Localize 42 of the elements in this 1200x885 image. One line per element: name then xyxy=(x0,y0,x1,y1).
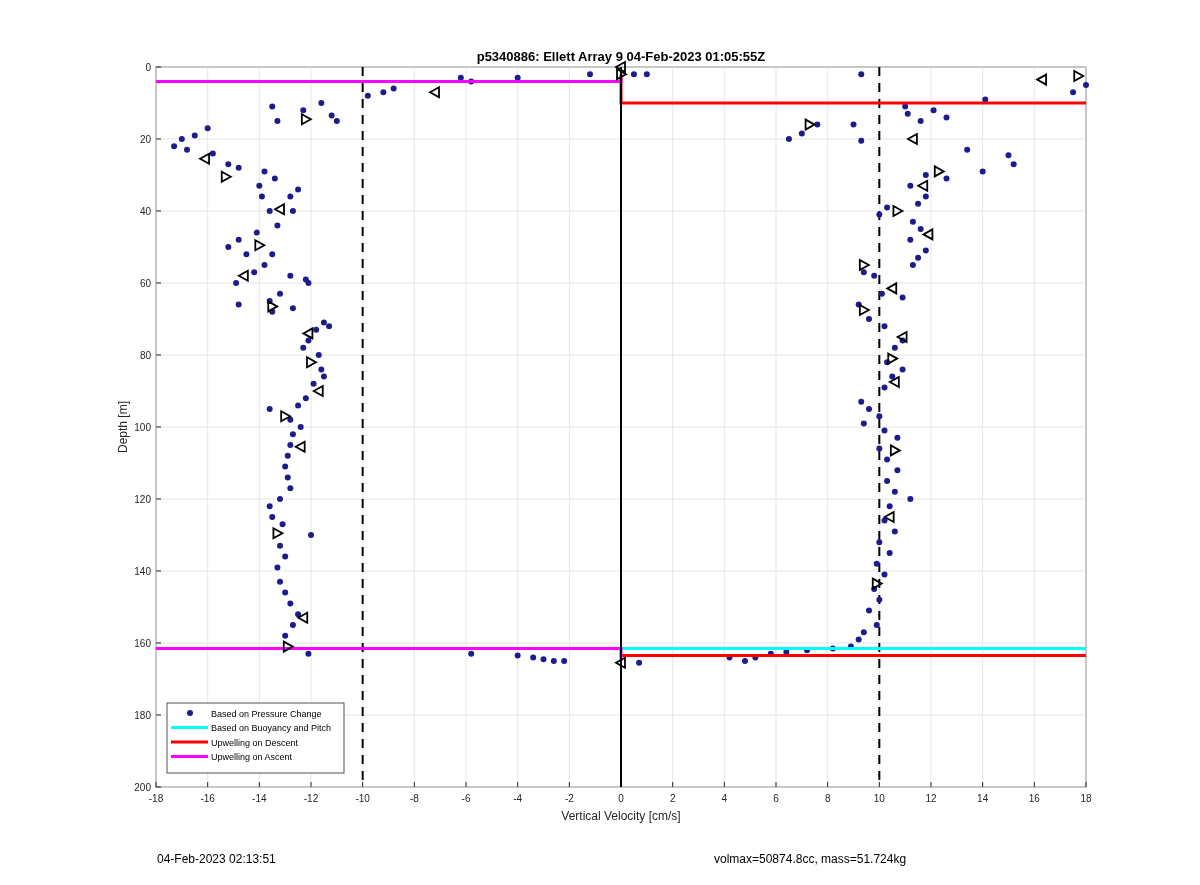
tick-label: -2 xyxy=(564,793,574,804)
legend-marker xyxy=(171,740,208,744)
legend-marker xyxy=(171,726,208,729)
tick-label: 120 xyxy=(134,494,151,505)
tick-label: 12 xyxy=(925,793,937,804)
tick-label: 10 xyxy=(873,793,885,804)
tick-label: -18 xyxy=(148,793,164,804)
tick-label: 200 xyxy=(134,782,151,793)
legend-label: Based on Buoyancy and Pitch xyxy=(211,723,332,733)
timestamp: 04-Feb-2023 02:13:51 xyxy=(157,852,277,866)
tick-label: -10 xyxy=(355,793,370,804)
tick-label: 40 xyxy=(139,206,151,217)
tick-label: 8 xyxy=(824,793,831,804)
tick-label: 16 xyxy=(1028,793,1040,804)
tick-label: 80 xyxy=(139,350,151,361)
tick-label: -6 xyxy=(461,793,471,804)
tick-label: 18 xyxy=(1080,793,1092,804)
tick-label: 0 xyxy=(145,62,151,73)
legend-label: Upwelling on Descent xyxy=(211,737,299,748)
tick-label: 180 xyxy=(134,710,151,721)
tick-label: 60 xyxy=(139,278,151,289)
tick-label: 2 xyxy=(669,793,676,804)
tick-label: -14 xyxy=(252,793,267,804)
tick-label: 6 xyxy=(773,793,779,804)
tick-label: -12 xyxy=(303,793,319,804)
tick-label: -4 xyxy=(513,793,523,804)
tick-label: 20 xyxy=(139,134,151,145)
tick-label: -8 xyxy=(409,793,419,804)
axis-label: Vertical Velocity [cm/s] xyxy=(561,809,681,823)
tick-label: 140 xyxy=(134,566,151,577)
chart-title: p5340886: Ellett Array 9 04-Feb-2023 01:05:55Z xyxy=(476,49,766,64)
tick-label: 100 xyxy=(134,422,151,433)
tick-label: 0 xyxy=(618,793,624,804)
tick-label: 4 xyxy=(721,793,728,804)
tick-label: 160 xyxy=(134,638,151,649)
legend-label: Based on Pressure Change xyxy=(211,708,322,719)
legend-marker xyxy=(171,755,208,758)
parameters-text: volmax=50874.8cc, mass=51.724kg xyxy=(714,852,907,866)
tick-label: -16 xyxy=(200,793,215,804)
legend-label: Upwelling on Ascent xyxy=(211,752,293,762)
axis-label: Depth [m] xyxy=(116,401,130,453)
tick-label: 14 xyxy=(977,793,989,804)
